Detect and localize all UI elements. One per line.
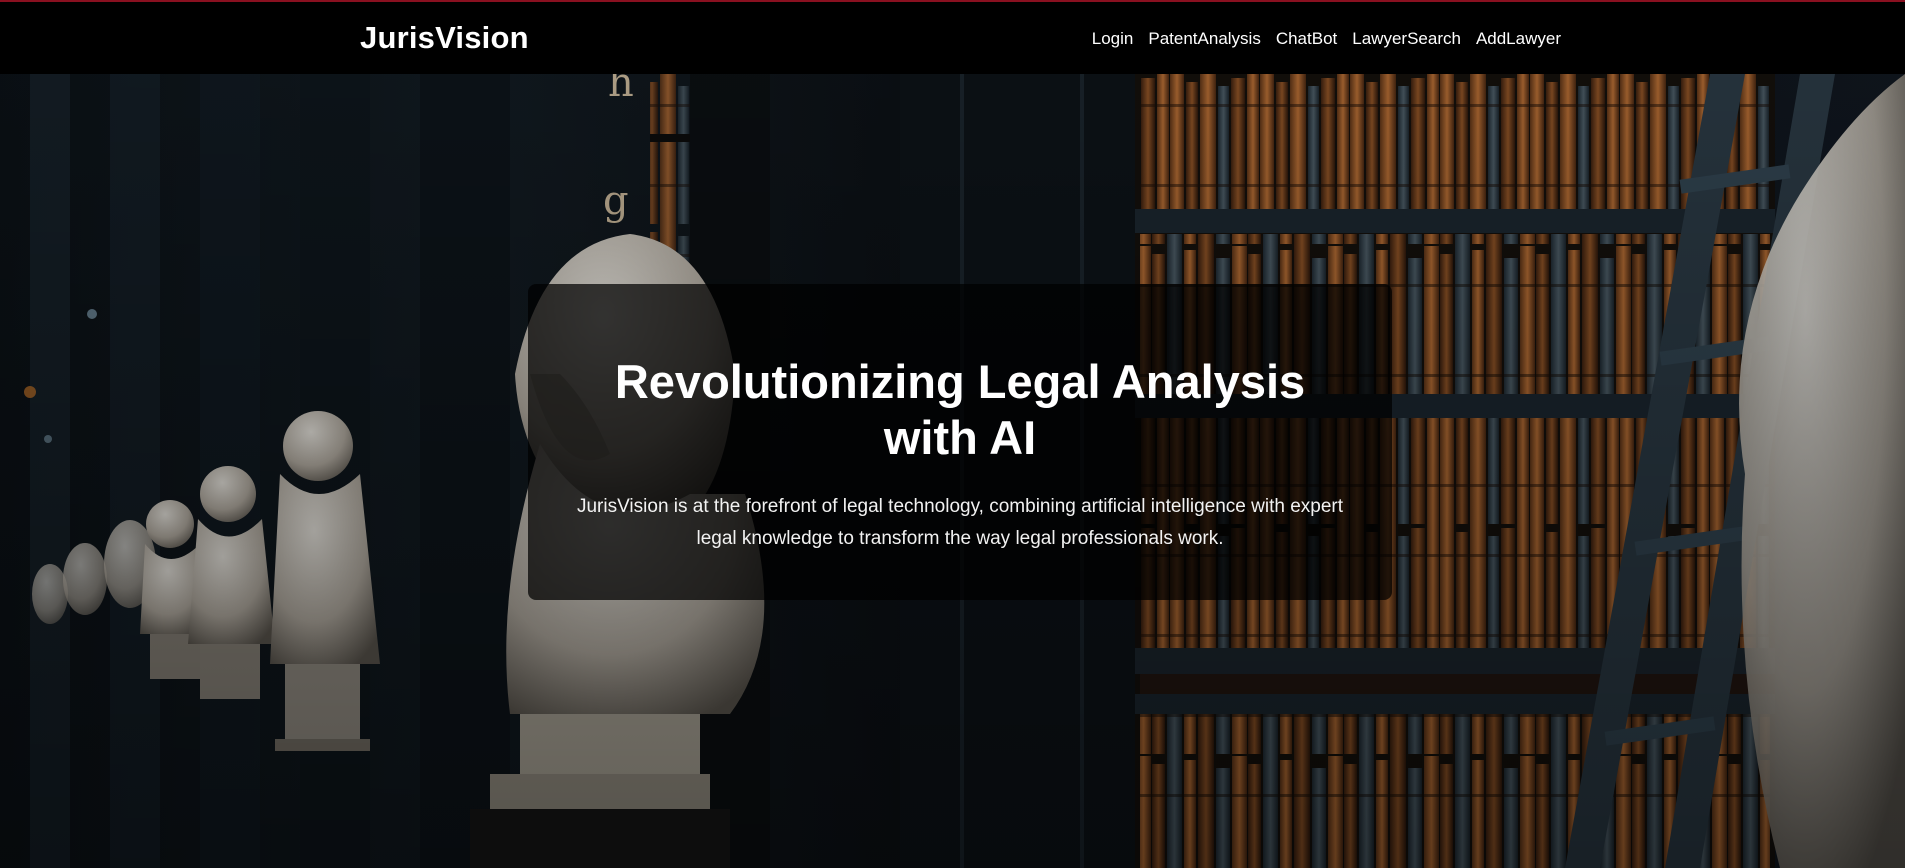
nav-link-chatbot[interactable]: ChatBot [1276, 29, 1337, 49]
nav-link-patent-analysis[interactable]: PatentAnalysis [1148, 29, 1260, 49]
brand-logo-link[interactable]: JurisVision [360, 20, 529, 56]
nav-link-add-lawyer[interactable]: AddLawyer [1476, 29, 1561, 49]
nav-link-lawyer-search[interactable]: LawyerSearch [1352, 29, 1461, 49]
hero-overlay-card: Revolutionizing Legal Analysis with AI J… [528, 284, 1392, 600]
nav-links: Login PatentAnalysis ChatBot LawyerSearc… [1092, 29, 1561, 49]
hero-title: Revolutionizing Legal Analysis with AI [614, 355, 1306, 464]
nav-link-login[interactable]: Login [1092, 29, 1134, 49]
hero-description: JurisVision is at the forefront of legal… [576, 496, 1344, 549]
hero-section: h g e d f Revolutioni [0, 74, 1905, 868]
navbar: JurisVision Login PatentAnalysis ChatBot… [0, 2, 1905, 74]
